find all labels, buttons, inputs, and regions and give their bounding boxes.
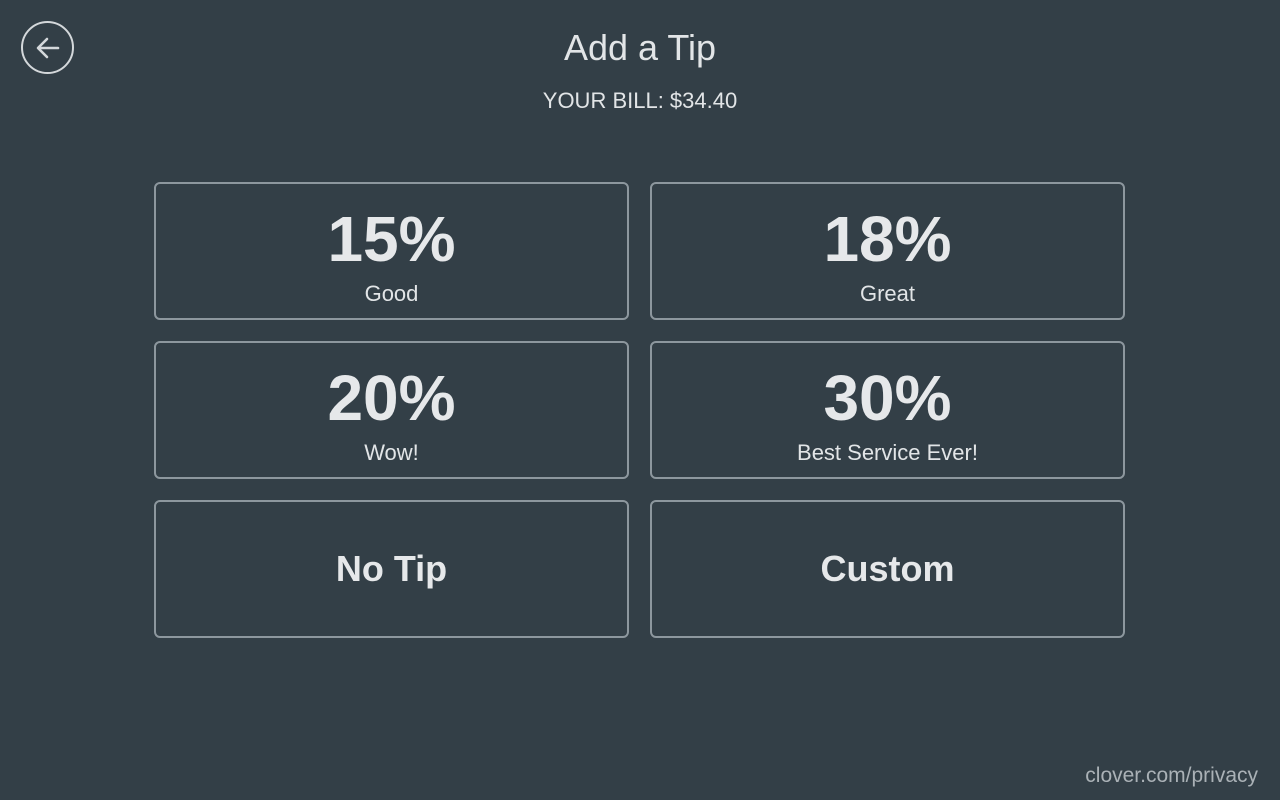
tip-percent: 18% xyxy=(823,203,952,275)
tip-percent: 30% xyxy=(823,362,952,434)
tip-label: Good xyxy=(364,281,419,306)
tip-option-18[interactable]: 18% Great xyxy=(650,182,1125,320)
tip-options-grid: 15% Good 18% Great 20% Wow! 30% Best Ser… xyxy=(154,182,1125,638)
no-tip-label: No Tip xyxy=(335,548,448,589)
bill-amount: YOUR BILL: $34.40 xyxy=(542,88,738,113)
tip-label: Wow! xyxy=(364,440,419,465)
tip-option-15[interactable]: 15% Good xyxy=(154,182,629,320)
custom-tip-button[interactable]: Custom xyxy=(650,500,1125,638)
tip-percent: 15% xyxy=(327,203,456,275)
custom-tip-label: Custom xyxy=(820,548,955,589)
tip-label: Best Service Ever! xyxy=(797,440,978,465)
tip-option-30[interactable]: 30% Best Service Ever! xyxy=(650,341,1125,479)
tip-percent: 20% xyxy=(327,362,456,434)
tip-label: Great xyxy=(859,281,916,306)
page-title: Add a Tip xyxy=(563,27,717,68)
no-tip-button[interactable]: No Tip xyxy=(154,500,629,638)
privacy-link[interactable]: clover.com/privacy xyxy=(1085,764,1258,788)
tip-option-20[interactable]: 20% Wow! xyxy=(154,341,629,479)
